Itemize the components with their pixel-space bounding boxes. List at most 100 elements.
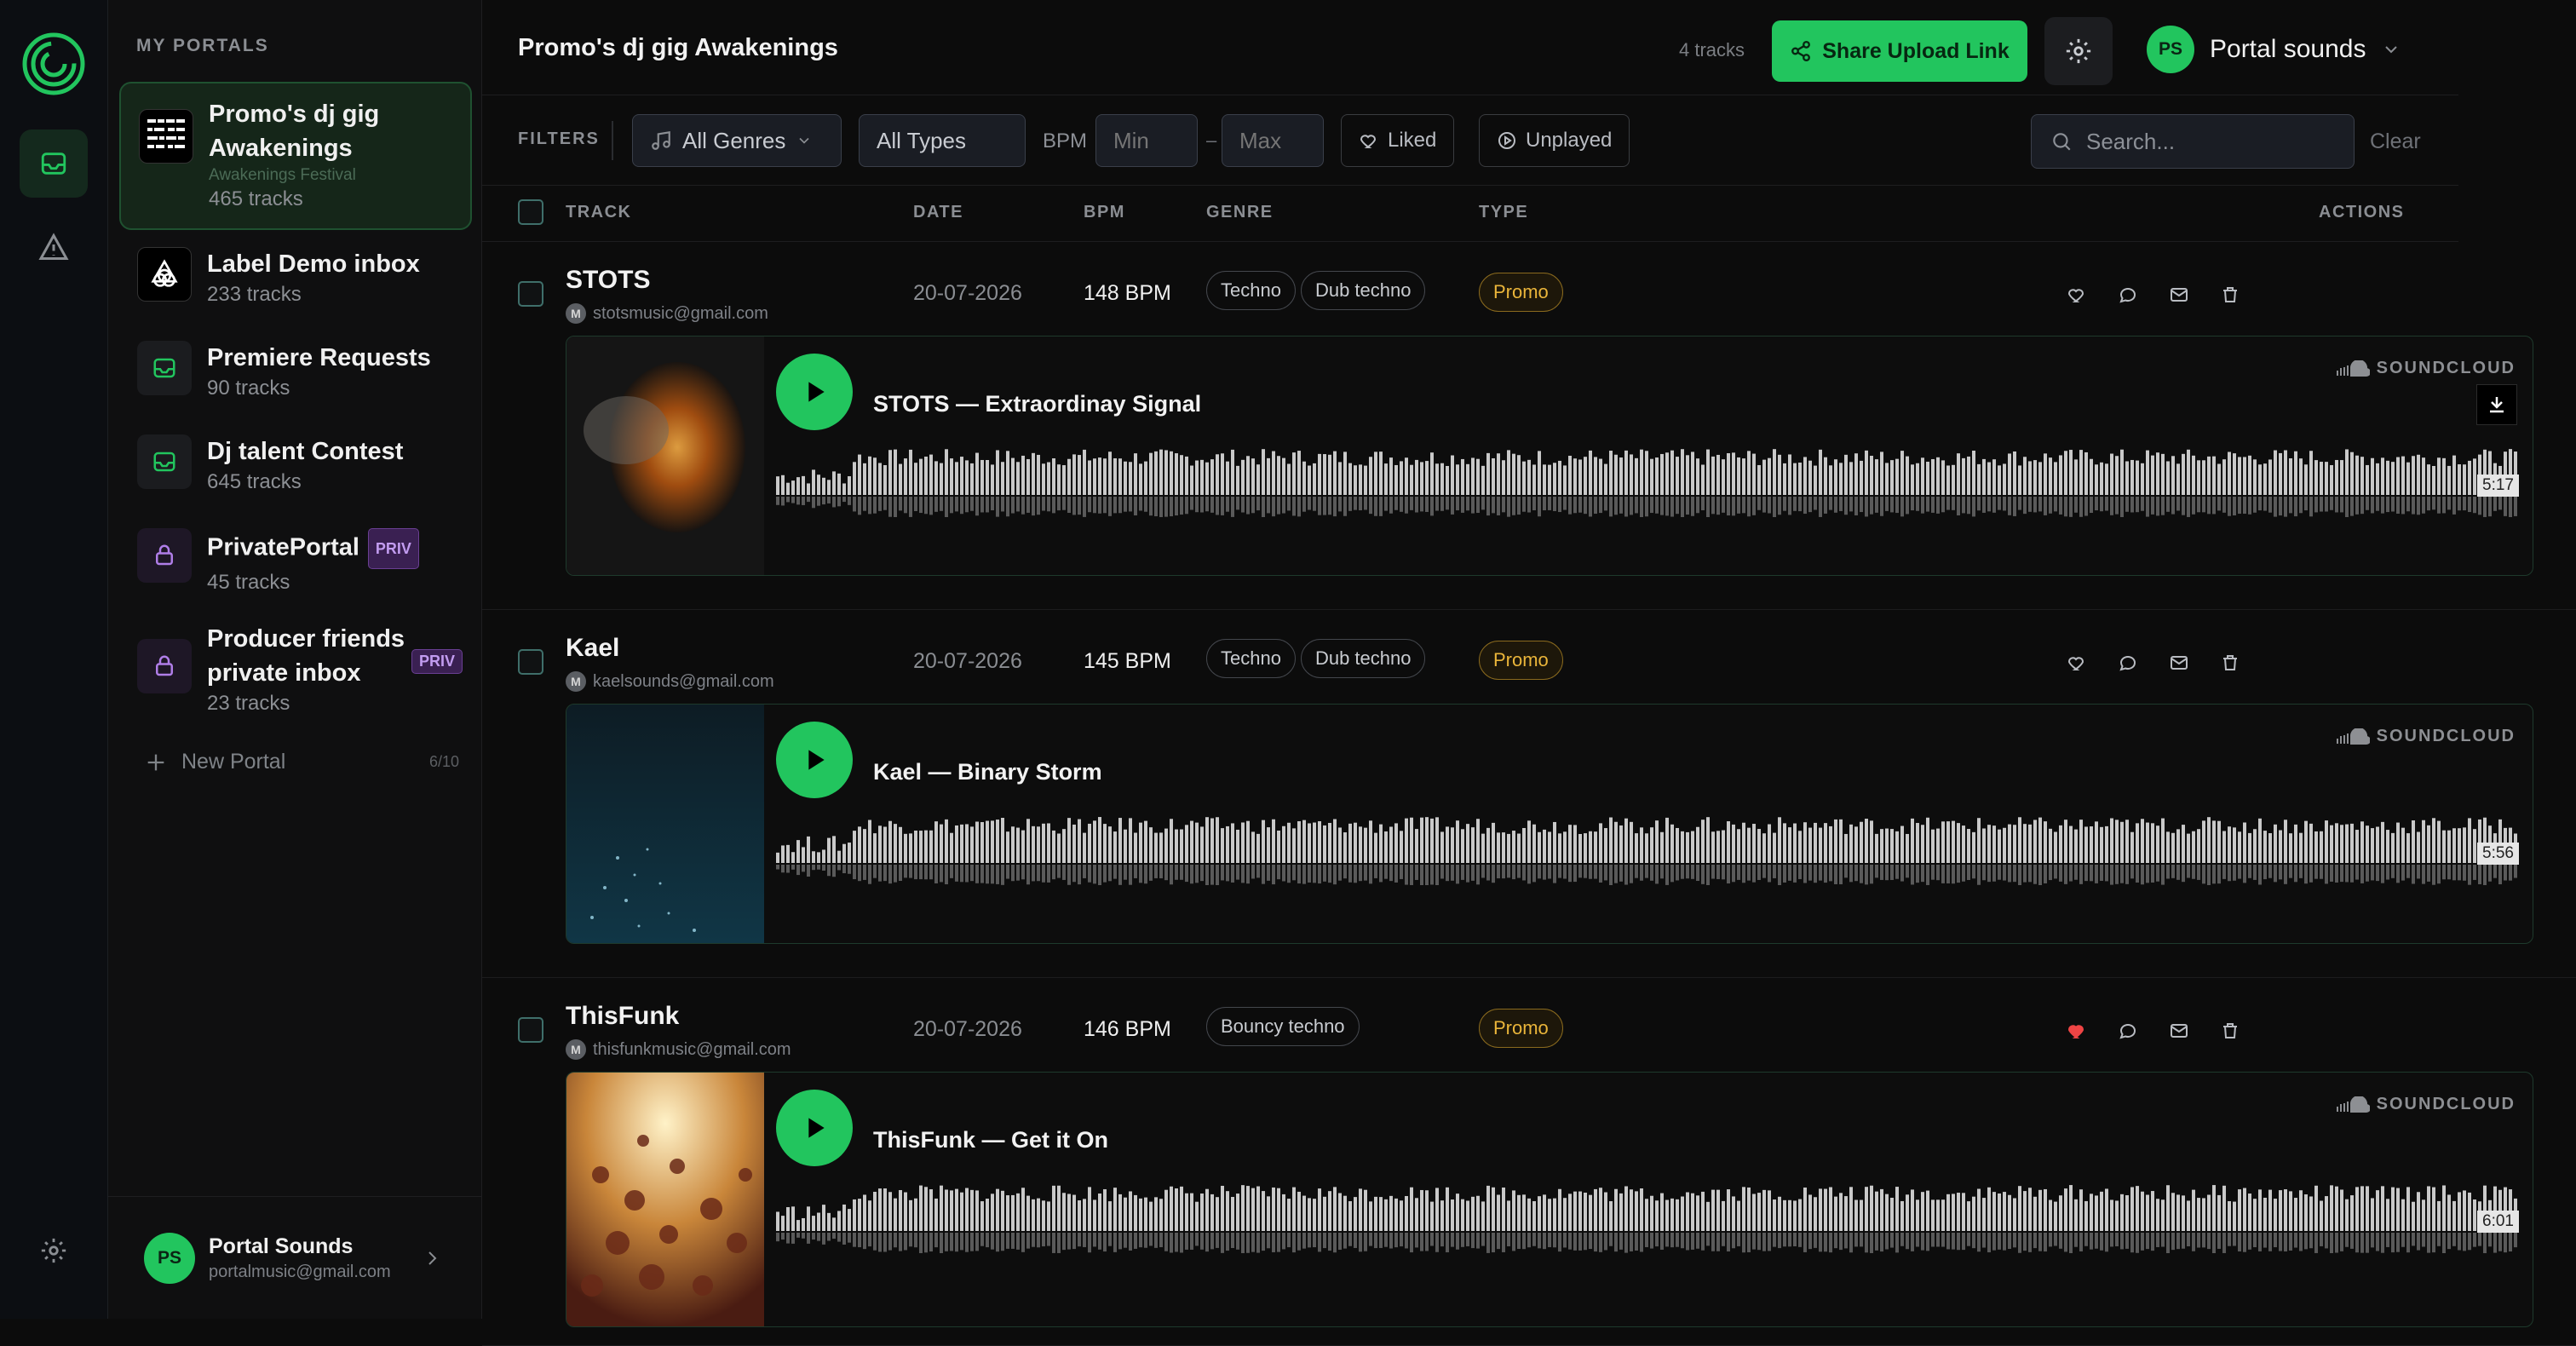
like-button[interactable] [2063, 649, 2090, 676]
share-upload-link-button[interactable]: Share Upload Link [1772, 20, 2027, 82]
waveform[interactable] [776, 447, 2519, 517]
waveform-bar [2197, 829, 2200, 863]
waveform[interactable] [776, 815, 2519, 885]
waveform-reflection [2391, 865, 2395, 878]
comment-button[interactable] [2114, 1017, 2142, 1044]
waveform-reflection [919, 865, 923, 880]
play-button[interactable] [776, 354, 853, 430]
genre-tags: Bouncy techno [1206, 1007, 1360, 1046]
waveform-reflection [1584, 497, 1587, 515]
portal-item-producer-friends[interactable]: Producer friends private inbox 23 tracks… [119, 622, 472, 724]
row-checkbox[interactable] [518, 649, 543, 675]
waveform-reflection [955, 1233, 958, 1252]
play-button[interactable] [776, 722, 853, 798]
waveform-reflection [1113, 497, 1117, 514]
portal-item-dj-talent-contest[interactable]: Dj talent Contest 645 tracks [119, 434, 472, 503]
row-checkbox[interactable] [518, 1017, 543, 1043]
select-all-checkbox[interactable] [518, 199, 543, 225]
liked-filter-button[interactable]: Liked [1341, 114, 1455, 167]
app-logo-icon[interactable] [22, 32, 85, 95]
search-input[interactable]: Search... [2031, 114, 2355, 169]
email-button[interactable] [2165, 649, 2193, 676]
waveform-bar [1405, 457, 1408, 495]
waveform-reflection [1906, 497, 1909, 515]
rail-settings-button[interactable] [20, 1217, 88, 1285]
waveform-reflection [1768, 497, 1771, 514]
waveform-reflection [1793, 865, 1797, 883]
waveform-bar [991, 464, 994, 495]
table-row[interactable]: ThisFunk Mthisfunkmusic@gmail.com 20-07-… [482, 978, 2576, 1346]
table-row[interactable]: Kael Mkaelsounds@gmail.com 20-07-2026 14… [482, 610, 2576, 978]
waveform-reflection [1359, 1233, 1362, 1252]
portal-item-premiere-requests[interactable]: Premiere Requests 90 tracks [119, 341, 472, 409]
waveform-reflection [1267, 497, 1270, 514]
waveform-reflection [2038, 1233, 2042, 1251]
waveform-bar [1394, 464, 1398, 495]
waveform-reflection [929, 865, 933, 880]
email-button[interactable] [2165, 281, 2193, 308]
play-button[interactable] [776, 1090, 853, 1166]
waveform-reflection [2013, 865, 2016, 883]
waveform-reflection [1466, 865, 1469, 883]
rail-alerts-button[interactable] [20, 213, 88, 281]
waveform-bar [1200, 826, 1204, 863]
waveform[interactable] [776, 1183, 2519, 1253]
waveform-bar [2463, 827, 2466, 863]
waveform-reflection [2478, 1233, 2481, 1246]
waveform-bar [1425, 817, 1429, 863]
unplayed-filter-button[interactable]: Unplayed [1479, 114, 1630, 167]
waveform-reflection [2018, 1233, 2021, 1253]
portal-item-label-demo[interactable]: Label Demo inbox 233 tracks [119, 247, 472, 315]
waveform-bar [1706, 449, 1710, 495]
email-button[interactable] [2165, 1017, 2193, 1044]
waveform-bar [2176, 1194, 2180, 1231]
delete-button[interactable] [2217, 649, 2244, 676]
waveform-reflection [2079, 865, 2083, 884]
waveform-bar [2105, 825, 2108, 863]
row-checkbox[interactable] [518, 281, 543, 307]
waveform-bar [2192, 1189, 2195, 1231]
waveform-bar [1803, 822, 1807, 863]
waveform-reflection [1011, 1233, 1015, 1249]
bpm-max-input[interactable] [1222, 114, 1324, 167]
comment-button[interactable] [2114, 649, 2142, 676]
waveform-reflection [1527, 497, 1531, 513]
waveform-reflection [1962, 1233, 1965, 1251]
soundcloud-player[interactable]: Kael — Binary Storm SOUNDCLOUD 5:56 [566, 704, 2533, 944]
waveform-reflection [1880, 497, 1883, 516]
waveform-bar [1676, 457, 1679, 495]
portal-item-awakenings[interactable]: Promo's dj gig Awakenings Awakenings Fes… [119, 82, 472, 230]
waveform-bar [1660, 453, 1664, 495]
soundcloud-player[interactable]: ThisFunk — Get it On SOUNDCLOUD 6:01 [566, 1072, 2533, 1327]
waveform-bar [2366, 1186, 2369, 1231]
delete-button[interactable] [2217, 1017, 2244, 1044]
waveform-bar [955, 462, 958, 495]
waveform-bar [1977, 818, 1981, 863]
account-menu[interactable]: PS Portal sounds [2147, 26, 2401, 73]
delete-button[interactable] [2217, 281, 2244, 308]
type-select[interactable]: All Types [859, 114, 1026, 167]
waveform-bar [1936, 828, 1940, 863]
table-row[interactable]: STOTS Mstotsmusic@gmail.com 20-07-2026 1… [482, 242, 2576, 610]
waveform-bar [1026, 819, 1030, 863]
waveform-reflection [2432, 865, 2435, 885]
new-portal-button[interactable]: New Portal 6/10 [144, 750, 459, 774]
waveform-reflection [1931, 865, 1935, 880]
rail-inbox-button[interactable] [20, 129, 88, 198]
waveform-reflection [950, 497, 953, 514]
comment-button[interactable] [2114, 281, 2142, 308]
like-button[interactable] [2063, 1017, 2090, 1044]
soundcloud-player[interactable]: STOTS — Extraordinay Signal SOUNDCLOUD 5… [566, 336, 2533, 576]
waveform-reflection [2463, 865, 2466, 881]
waveform-bar [1328, 1191, 1331, 1231]
genre-select[interactable]: All Genres [632, 114, 842, 167]
like-button[interactable] [2063, 281, 2090, 308]
clear-filters-button[interactable]: Clear [2370, 129, 2421, 154]
waveform-reflection [1635, 497, 1638, 514]
download-button[interactable] [2476, 384, 2517, 425]
user-profile-button[interactable]: PS Portal Sounds portalmusic@gmail.com [108, 1196, 482, 1319]
waveform-reflection [1706, 1233, 1710, 1246]
portal-settings-button[interactable] [2044, 17, 2113, 85]
bpm-min-input[interactable] [1095, 114, 1198, 167]
portal-item-private-portal[interactable]: PrivatePortal PRIV 45 tracks [119, 528, 472, 596]
